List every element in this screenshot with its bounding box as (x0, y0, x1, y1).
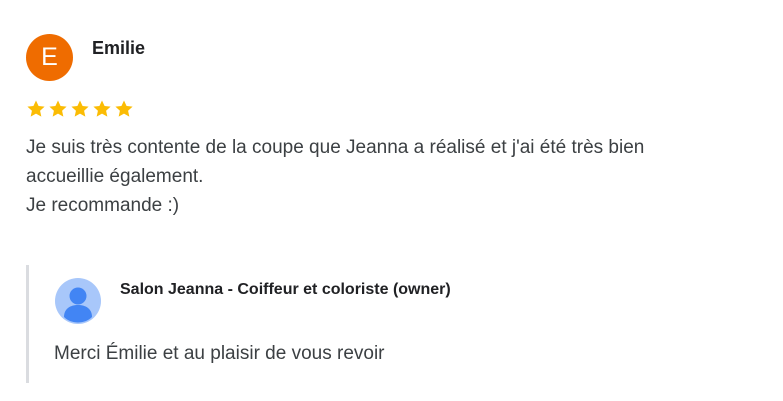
owner-name: Salon Jeanna - Coiffeur et coloriste (ow… (120, 281, 451, 298)
reviewer-name[interactable]: Emilie (92, 37, 145, 59)
owner-reply: Salon Jeanna - Coiffeur et coloriste (ow… (26, 265, 726, 383)
review-card: E Emilie Je suis très contente de la cou… (26, 34, 766, 220)
star-icon (115, 100, 133, 117)
star-icon (27, 100, 45, 117)
person-icon (64, 287, 92, 323)
owner-header: Salon Jeanna - Coiffeur et coloriste (ow… (55, 278, 451, 324)
owner-avatar (55, 278, 101, 324)
star-rating (26, 99, 766, 119)
review-text: Je suis très contente de la coupe que Je… (26, 137, 645, 216)
star-icon (49, 100, 67, 117)
star-icon (93, 100, 111, 117)
reviewer-header: E Emilie (26, 34, 766, 81)
star-icon (71, 100, 89, 117)
reviewer-avatar[interactable]: E (26, 34, 73, 81)
reply-text: Merci Émilie et au plaisir de vous revoi… (54, 343, 385, 364)
